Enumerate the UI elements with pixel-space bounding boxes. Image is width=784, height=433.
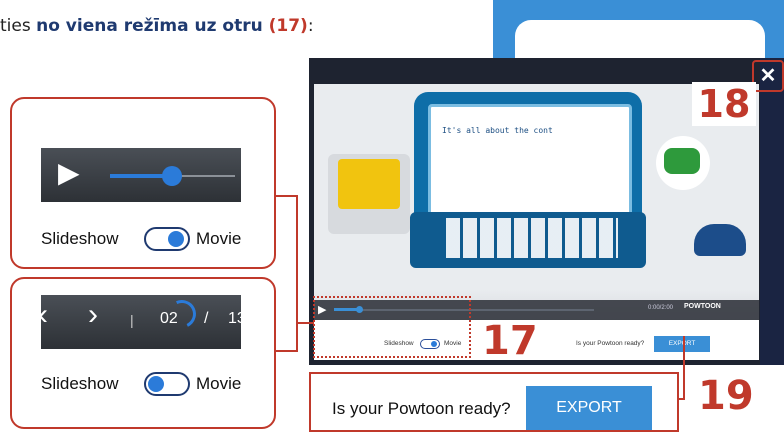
export-button[interactable]: EXPORT: [526, 386, 652, 430]
toggle-knob: [168, 231, 184, 247]
page-slash: /: [204, 310, 209, 327]
toggle-knob: [148, 376, 164, 392]
footer-export-button[interactable]: EXPORT: [654, 336, 710, 352]
ready-text: Is your Powtoon ready?: [332, 399, 511, 418]
separator: |: [130, 312, 134, 328]
slideshow-label: Slideshow: [41, 229, 119, 248]
marker-17: 17: [482, 318, 538, 364]
total-pages: 13: [228, 310, 246, 327]
slideshow-label: Slideshow: [41, 374, 119, 393]
heading-ref: (17): [268, 16, 308, 36]
folder-icon: [338, 159, 400, 209]
mode-toggle[interactable]: [144, 227, 190, 251]
heading-bold: no viena režīma uz otru: [36, 16, 269, 36]
screen-text: It's all about the cont: [442, 126, 553, 135]
slideshow-controls-bar: [41, 295, 241, 349]
marker-19: 19: [698, 373, 754, 419]
modal-side-strip: [760, 58, 784, 365]
connector-line: [683, 336, 685, 400]
instruction-text: ties no viena režīma uz otru (17):: [0, 16, 314, 36]
progress-knob[interactable]: [162, 166, 182, 186]
heading-suffix: :: [307, 16, 314, 36]
play-icon[interactable]: ▶: [58, 156, 80, 189]
close-button[interactable]: ✕: [752, 60, 784, 92]
movie-label: Movie: [196, 229, 242, 248]
heading-prefix: ties: [0, 16, 37, 36]
powtoon-logo: POWTOON: [684, 303, 721, 310]
current-page: 02: [160, 310, 178, 327]
connector-line: [296, 195, 298, 350]
chevron-left-icon[interactable]: ‹: [38, 298, 48, 332]
monitor-screen: [428, 104, 632, 222]
phone-icon: [664, 148, 700, 174]
chevron-right-icon[interactable]: ›: [88, 298, 98, 332]
mode-toggle[interactable]: [144, 372, 190, 396]
movie-label: Movie: [196, 374, 242, 393]
keys-illustration: [446, 218, 618, 258]
connector-line: [296, 322, 314, 324]
marker-18: 18: [692, 82, 756, 126]
mouse-icon: [694, 224, 746, 256]
time-readout: 0:00/2:00: [648, 305, 674, 311]
footer-ready-text: Is your Powtoon ready?: [576, 340, 645, 347]
controls-highlight: [313, 296, 471, 358]
